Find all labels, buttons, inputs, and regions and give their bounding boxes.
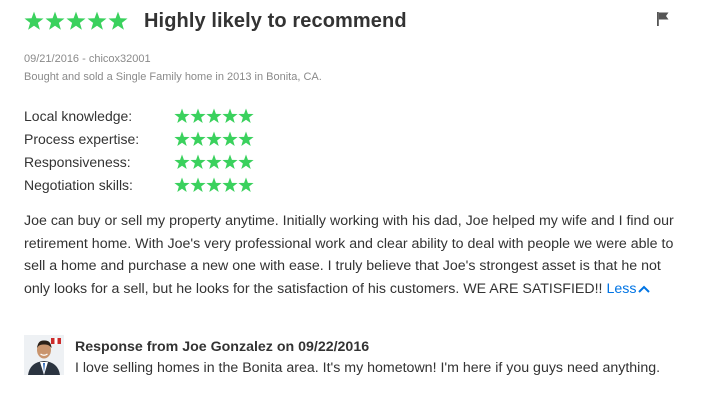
star-icon — [174, 153, 190, 170]
review-card: Highly likely to recommend 09/21/2016 - … — [0, 0, 701, 417]
star-icon — [222, 107, 238, 124]
less-label[interactable]: Less — [606, 281, 636, 297]
star-icon — [174, 130, 190, 147]
star-icon — [206, 153, 222, 170]
review-date-author: 09/21/2016 - chicox32001 — [24, 53, 151, 65]
rating-label: Responsiveness: — [24, 153, 131, 170]
review-transaction: Bought and sold a Single Family home in … — [24, 71, 322, 83]
rating-stars — [174, 153, 254, 170]
rating-stars — [174, 130, 254, 147]
star-icon — [190, 130, 206, 147]
rating-row: Process expertise: — [24, 127, 254, 150]
sub-ratings: Local knowledge: Process expertise: Respon… — [24, 104, 254, 196]
less-link[interactable]: Less — [606, 281, 651, 297]
star-icon — [190, 107, 206, 124]
response-text: I love selling homes in the Bonita area.… — [75, 360, 661, 376]
star-icon — [238, 107, 254, 124]
star-icon — [190, 176, 206, 193]
rating-label: Process expertise: — [24, 130, 140, 147]
star-icon — [66, 11, 86, 31]
star-icon — [87, 11, 107, 31]
chevron-up-icon — [638, 285, 651, 293]
star-icon — [45, 11, 65, 31]
star-icon — [206, 176, 222, 193]
star-icon — [238, 176, 254, 193]
review-headline: Highly likely to recommend — [144, 9, 407, 32]
flag-icon[interactable] — [654, 10, 672, 28]
star-icon — [206, 130, 222, 147]
star-icon — [222, 153, 238, 170]
star-icon — [222, 130, 238, 147]
review-body-text: Joe can buy or sell my property anytime.… — [24, 213, 674, 297]
star-icon — [238, 130, 254, 147]
avatar — [24, 335, 64, 375]
rating-row: Local knowledge: — [24, 104, 254, 127]
rating-label: Local knowledge: — [24, 107, 133, 124]
star-icon — [206, 107, 222, 124]
star-icon — [174, 107, 190, 124]
star-icon — [108, 11, 128, 31]
star-icon — [238, 153, 254, 170]
rating-label: Negotiation skills: — [24, 176, 133, 193]
rating-stars — [174, 107, 254, 124]
rating-stars — [174, 176, 254, 193]
rating-row: Negotiation skills: — [24, 173, 254, 196]
response-title: Response from Joe Gonzalez on 09/22/2016 — [75, 339, 370, 355]
star-icon — [190, 153, 206, 170]
star-icon — [222, 176, 238, 193]
rating-row: Responsiveness: — [24, 150, 254, 173]
review-header: Highly likely to recommend — [24, 6, 407, 36]
overall-rating-stars — [24, 11, 128, 31]
response-content: Response from Joe Gonzalez on 09/22/2016… — [75, 337, 690, 380]
star-icon — [24, 11, 44, 31]
review-body: Joe can buy or sell my property anytime.… — [24, 210, 684, 300]
star-icon — [174, 176, 190, 193]
